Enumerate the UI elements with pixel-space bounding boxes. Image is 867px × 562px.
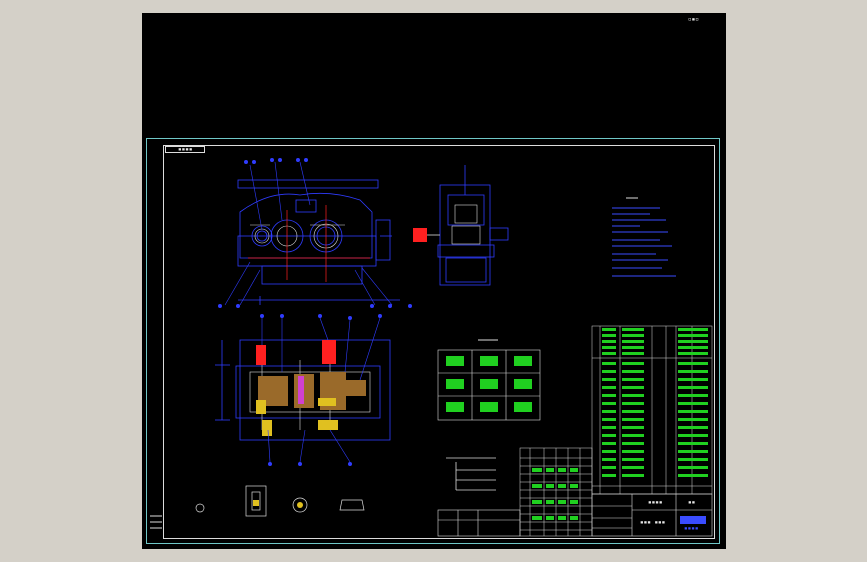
tech-spec [446, 457, 496, 491]
front-view-leaders [224, 161, 393, 306]
side-view-input-shaft [413, 228, 427, 242]
detail-views [195, 485, 365, 517]
side-view-details [451, 204, 481, 245]
plan-view-input-shaft-end [256, 345, 266, 365]
detail-cap-view [339, 499, 365, 511]
technical-notes [612, 207, 676, 277]
gear-parameter-table [519, 447, 593, 537]
plan-view-output-shaft-end [322, 340, 336, 364]
side-view-outline [439, 184, 491, 286]
title-block-label-3: ▪▪ [688, 499, 696, 506]
side-view [437, 165, 509, 286]
title-block-label-2: ▪▪▪ ▪▪▪ [640, 519, 666, 526]
gear-table-cells [532, 468, 578, 520]
detail-grid-content [446, 356, 532, 412]
front-view-balloons [218, 158, 412, 308]
cad-drawing[interactable] [0, 0, 867, 562]
plan-view-bearing-a [256, 400, 266, 414]
plan-view-shaft [298, 376, 304, 404]
front-view-red-lines [248, 205, 370, 282]
front-view-housing-flange [237, 235, 377, 267]
front-view-housing-upper [239, 192, 373, 259]
front-view-top-dim [237, 179, 379, 189]
side-view-cover [447, 194, 485, 226]
title-block-label-1: ▪▪▪▪ [648, 499, 663, 506]
title-block-company-stamp [680, 516, 706, 524]
front-view [237, 179, 400, 305]
detail-views-fill [253, 500, 303, 508]
title-block-stamp-label: ▪▪▪▪ [684, 525, 699, 532]
plan-view-bearing-b [318, 398, 336, 406]
side-view-flange [437, 244, 495, 258]
front-view-inspection-cover [295, 199, 317, 213]
front-view-base [261, 265, 363, 285]
